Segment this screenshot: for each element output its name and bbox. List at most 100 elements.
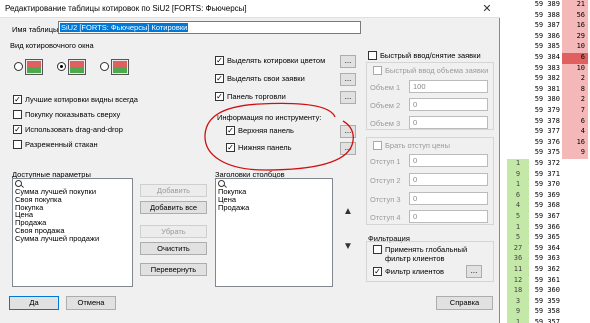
quote-cell: 59 376 <box>534 137 560 146</box>
flip-button[interactable]: Перевернуть <box>140 263 207 276</box>
quote-cell: 59 357 <box>534 318 560 323</box>
checkbox-global-filter[interactable] <box>373 245 382 254</box>
quote-cell: 2 <box>562 74 588 85</box>
quote-cell <box>562 318 588 323</box>
quote-row: 59 379 7 <box>507 106 590 117</box>
checkbox-take-offset[interactable] <box>373 141 382 150</box>
quote-cell: 4 <box>507 201 529 212</box>
quote-cell: 8 <box>562 84 588 96</box>
volume-2-input[interactable]: 0 <box>409 98 488 111</box>
client-filter-settings-button[interactable]: ... <box>466 265 482 278</box>
quote-cell <box>562 286 588 297</box>
quote-cell: 18 <box>507 286 529 297</box>
quote-cell: 36 <box>507 254 529 265</box>
quote-cell: 59 383 <box>534 63 560 72</box>
quote-row: 5 59 365 <box>507 233 590 244</box>
quote-cell: 1 <box>507 222 529 234</box>
volume-3-input[interactable]: 0 <box>409 116 488 129</box>
quote-row: 59 382 2 <box>507 74 590 85</box>
column-header-list-item[interactable]: Продажа <box>216 203 332 212</box>
global-filter-label: Применять глобальный фильтр клиентов <box>385 245 468 263</box>
quote-cell <box>507 138 529 149</box>
checkbox-fast-orders[interactable] <box>368 51 377 60</box>
checkbox-fast-volume[interactable] <box>373 66 382 75</box>
quote-cell: 59 361 <box>534 275 560 284</box>
offset-2-label: Отступ 2 <box>370 176 401 185</box>
help-button[interactable]: Справка <box>436 296 493 310</box>
quote-cell: 59 359 <box>534 296 560 305</box>
add-button[interactable]: Добавить <box>140 184 207 197</box>
quote-cell: 7 <box>562 106 588 117</box>
quote-cell: 59 364 <box>534 243 560 252</box>
quote-cell <box>562 307 588 318</box>
quote-cell: 59 378 <box>534 116 560 125</box>
quote-cell <box>562 201 588 212</box>
quote-cell <box>562 297 588 308</box>
quote-cell: 11 <box>507 265 529 276</box>
volume-3-label: Объем 3 <box>370 119 401 128</box>
quote-row: 12 59 361 <box>507 275 590 287</box>
quote-cell <box>562 159 588 170</box>
available-params-list[interactable]: Сумма лучшей покупки Своя покупка Покупка Ц… <box>12 178 133 287</box>
ok-button[interactable]: Да <box>9 296 59 310</box>
quote-cell <box>507 21 529 32</box>
offset-1-label: Отступ 1 <box>370 157 401 166</box>
client-filter-label: Фильтр клиентов <box>385 267 445 276</box>
quote-cell: 59 368 <box>534 201 560 210</box>
quote-cell: 21 <box>562 0 588 11</box>
offset-2-input[interactable]: 0 <box>409 173 488 186</box>
quote-row: 1 59 370 <box>507 180 590 191</box>
quote-cell <box>507 32 529 43</box>
quote-cell <box>562 180 588 191</box>
quote-cell <box>562 223 588 234</box>
quote-cell <box>562 254 588 265</box>
remove-button[interactable]: Убрать <box>140 225 207 238</box>
quote-cell: 56 <box>562 10 588 22</box>
quote-cell <box>507 148 529 159</box>
quote-cell: 16 <box>562 21 588 32</box>
quote-cell: 6 <box>507 190 529 202</box>
move-up-icon[interactable]: ▲ <box>341 205 355 219</box>
quote-cell: 2 <box>562 95 588 106</box>
available-param-list-item[interactable]: Сумма лучшей продажи <box>13 234 132 243</box>
quote-cell <box>562 265 588 276</box>
quote-row: 1 59 372 <box>507 159 590 170</box>
fast-orders-label: Быстрый ввод/снятие заявки <box>380 51 481 60</box>
quote-cell: 59 379 <box>534 106 560 114</box>
offset-3-label: Отступ 3 <box>370 195 401 204</box>
checkbox-client-filter[interactable]: ✓ <box>373 267 382 276</box>
quote-cell: 59 365 <box>534 233 560 242</box>
quote-cell <box>507 117 529 128</box>
quote-cell: 59 377 <box>534 127 560 136</box>
quote-cell: 27 <box>507 243 529 255</box>
quote-cell: 3 <box>507 296 529 308</box>
add-all-button[interactable]: Добавить все <box>140 201 207 214</box>
quote-cell: 5 <box>507 212 529 223</box>
quote-cell: 6 <box>562 116 588 128</box>
offset-3-input[interactable]: 0 <box>409 192 488 205</box>
quote-row: 27 59 364 <box>507 243 590 255</box>
quote-cell <box>507 74 529 85</box>
quote-cell: 59 384 <box>534 53 560 61</box>
quote-cell: 59 385 <box>534 42 560 51</box>
quote-cell: 59 363 <box>534 254 560 263</box>
column-headers-list[interactable]: Покупка Цена Продажа <box>215 178 333 287</box>
quote-cell: 1 <box>507 159 529 170</box>
quote-row: 4 59 368 <box>507 201 590 212</box>
move-down-icon[interactable]: ▼ <box>341 240 355 254</box>
offset-4-input[interactable]: 0 <box>409 210 488 223</box>
quote-cell <box>562 212 588 223</box>
volume-1-input[interactable]: 100 <box>409 80 488 93</box>
quote-row: 59 380 2 <box>507 95 590 106</box>
offset-1-input[interactable]: 0 <box>409 154 488 167</box>
background-quotes-grid: 59 389 21 59 388 56 59 387 16 59 386 29 59 385 10… <box>507 0 590 323</box>
quote-cell: 5 <box>507 233 529 244</box>
clear-button[interactable]: Очистить <box>140 242 207 255</box>
quote-cell <box>507 11 529 22</box>
quote-cell <box>507 53 529 64</box>
quote-row: 3 59 359 <box>507 296 590 308</box>
quote-cell <box>507 127 529 138</box>
quote-cell: 59 367 <box>534 212 560 220</box>
cancel-button[interactable]: Отмена <box>66 296 116 310</box>
quote-row: 5 59 367 <box>507 212 590 223</box>
